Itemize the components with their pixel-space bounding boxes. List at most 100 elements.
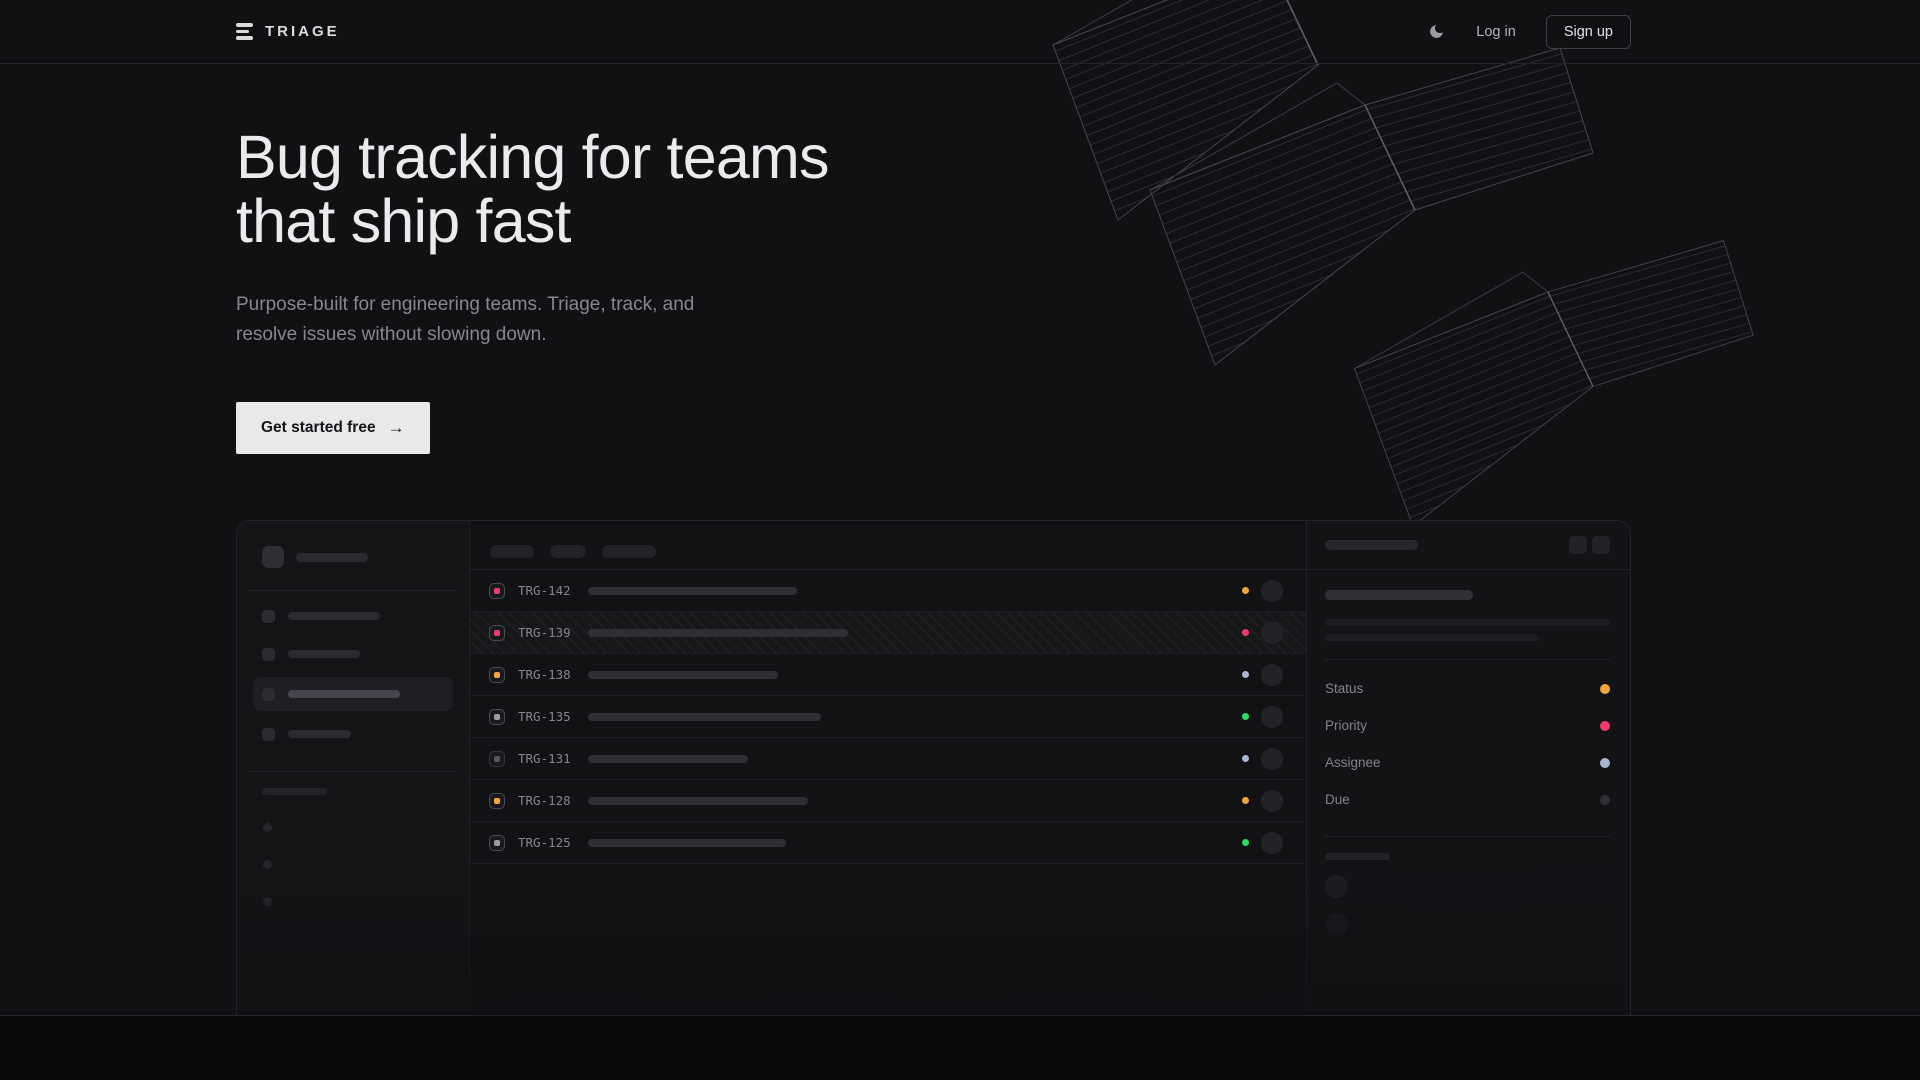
issue-id: TRG-125 (518, 835, 578, 850)
hero-title-line1: Bug tracking for teams (236, 125, 829, 189)
tab-placeholder[interactable] (602, 545, 656, 558)
sidebar-item-label-placeholder (288, 690, 400, 698)
hero-copy: Bug tracking for teams that ship fast Pu… (236, 125, 829, 454)
issue-status-dot (1242, 797, 1249, 804)
issue-id: TRG-138 (518, 667, 578, 682)
issue-type-dot (494, 840, 500, 846)
detail-field-row[interactable]: Due (1325, 781, 1610, 818)
issue-status-dot (1242, 629, 1249, 636)
issue-type-dot (494, 756, 500, 762)
issue-title-placeholder (588, 671, 778, 679)
issue-id: TRG-131 (518, 751, 578, 766)
sidebar-item-icon (262, 648, 275, 661)
tab-placeholder[interactable] (550, 545, 586, 558)
detail-field-row[interactable]: Status (1325, 670, 1610, 707)
app-mockup: TRG-142TRG-139 TRG-138 TRG-135 TRG-131 TRG-1… (236, 520, 1631, 1016)
issue-type-icon (489, 625, 505, 641)
hero-title-line2: that ship fast (236, 189, 829, 253)
detail-title-placeholder (1325, 590, 1473, 600)
issue-id: TRG-135 (518, 709, 578, 724)
detail-field-label: Due (1325, 792, 1350, 807)
sidebar-list-item-dot (263, 860, 272, 869)
workspace-switcher[interactable] (253, 546, 453, 568)
detail-text-placeholder (1325, 634, 1538, 641)
hero-subtitle-line1: Purpose-built for engineering teams. Tri… (236, 290, 829, 320)
sidebar-item-icon (262, 688, 275, 701)
detail-field-value-dot (1600, 795, 1610, 805)
detail-fields: StatusPriority Assignee Due (1325, 670, 1610, 818)
issue-id: TRG-128 (518, 793, 578, 808)
detail-header-placeholder (1325, 540, 1418, 550)
detail-field-row[interactable]: Priority (1325, 707, 1610, 744)
issue-status-dot (1242, 839, 1249, 846)
detail-field-value-dot (1600, 684, 1610, 694)
issue-status-dot (1242, 755, 1249, 762)
issue-status-dot (1242, 587, 1249, 594)
sidebar-section-label-placeholder (262, 788, 327, 795)
login-link[interactable]: Log in (1476, 24, 1516, 40)
detail-divider (1325, 836, 1610, 837)
issue-row[interactable]: TRG-135 (470, 696, 1306, 738)
sidebar-item-icon (262, 728, 275, 741)
sidebar-list (253, 823, 453, 906)
mockup-sidebar (237, 521, 470, 1016)
detail-header (1307, 521, 1630, 570)
hero-title: Bug tracking for teams that ship fast (236, 125, 829, 253)
triage-logo-icon (236, 23, 254, 40)
detail-divider (1325, 659, 1610, 660)
detail-field-label: Assignee (1325, 755, 1381, 770)
issue-assignee-avatar (1261, 622, 1283, 644)
detail-field-value-dot (1600, 758, 1610, 768)
hero-subtitle-line2: resolve issues without slowing down. (236, 320, 829, 350)
detail-field-row[interactable]: Assignee (1325, 744, 1610, 781)
moon-icon (1428, 23, 1445, 40)
sidebar-item-label-placeholder (288, 730, 351, 738)
detail-text-placeholder (1325, 619, 1610, 626)
workspace-avatar (262, 546, 284, 568)
issue-type-dot (494, 588, 500, 594)
issue-assignee-avatar (1261, 790, 1283, 812)
mockup-tab-bar (470, 521, 1306, 570)
issue-status-dot (1242, 671, 1249, 678)
issue-assignee-avatar (1261, 706, 1283, 728)
theme-toggle-button[interactable] (1428, 23, 1446, 41)
issue-type-icon (489, 709, 505, 725)
issue-row[interactable]: TRG-142 (470, 570, 1306, 612)
sidebar-item[interactable] (253, 639, 453, 669)
issue-type-dot (494, 630, 500, 636)
issue-type-icon (489, 583, 505, 599)
hero-section: TRIAGE Log in Sign up Bug tracking for t… (0, 0, 1920, 1016)
issue-title-placeholder (588, 755, 748, 763)
tab-placeholder[interactable] (490, 545, 534, 558)
issue-row[interactable]: TRG-128 (470, 780, 1306, 822)
issue-assignee-avatar (1261, 664, 1283, 686)
detail-action-button[interactable] (1592, 536, 1610, 554)
sidebar-divider (249, 590, 457, 591)
brand-logo[interactable]: TRIAGE (236, 23, 340, 40)
issue-row[interactable]: TRG-139 (470, 612, 1306, 654)
sidebar-item[interactable] (253, 719, 453, 749)
detail-action-button[interactable] (1569, 536, 1587, 554)
arrow-right-icon: → (388, 418, 405, 438)
issue-assignee-avatar (1261, 832, 1283, 854)
issue-list: TRG-142TRG-139 TRG-138 TRG-135 TRG-131 TRG-1… (470, 570, 1306, 864)
sidebar-item[interactable] (253, 677, 453, 711)
top-nav: TRIAGE Log in Sign up (0, 0, 1920, 64)
issue-type-dot (494, 798, 500, 804)
detail-avatar-placeholder (1325, 913, 1348, 936)
workspace-name-placeholder (296, 553, 368, 562)
issue-title-placeholder (588, 839, 786, 847)
detail-section-label-placeholder (1325, 853, 1390, 860)
issue-assignee-avatar (1261, 580, 1283, 602)
signup-button[interactable]: Sign up (1546, 15, 1631, 49)
sidebar-divider (249, 771, 457, 772)
sidebar-list-item-dot (263, 823, 272, 832)
issue-row[interactable]: TRG-138 (470, 654, 1306, 696)
sidebar-item-label-placeholder (288, 650, 360, 658)
sidebar-item-label-placeholder (288, 612, 380, 620)
sidebar-item[interactable] (253, 601, 453, 631)
issue-row[interactable]: TRG-125 (470, 822, 1306, 864)
issue-row[interactable]: TRG-131 (470, 738, 1306, 780)
get-started-button[interactable]: Get started free → (236, 402, 430, 454)
landing-page: TRIAGE Log in Sign up Bug tracking for t… (0, 0, 1920, 1080)
